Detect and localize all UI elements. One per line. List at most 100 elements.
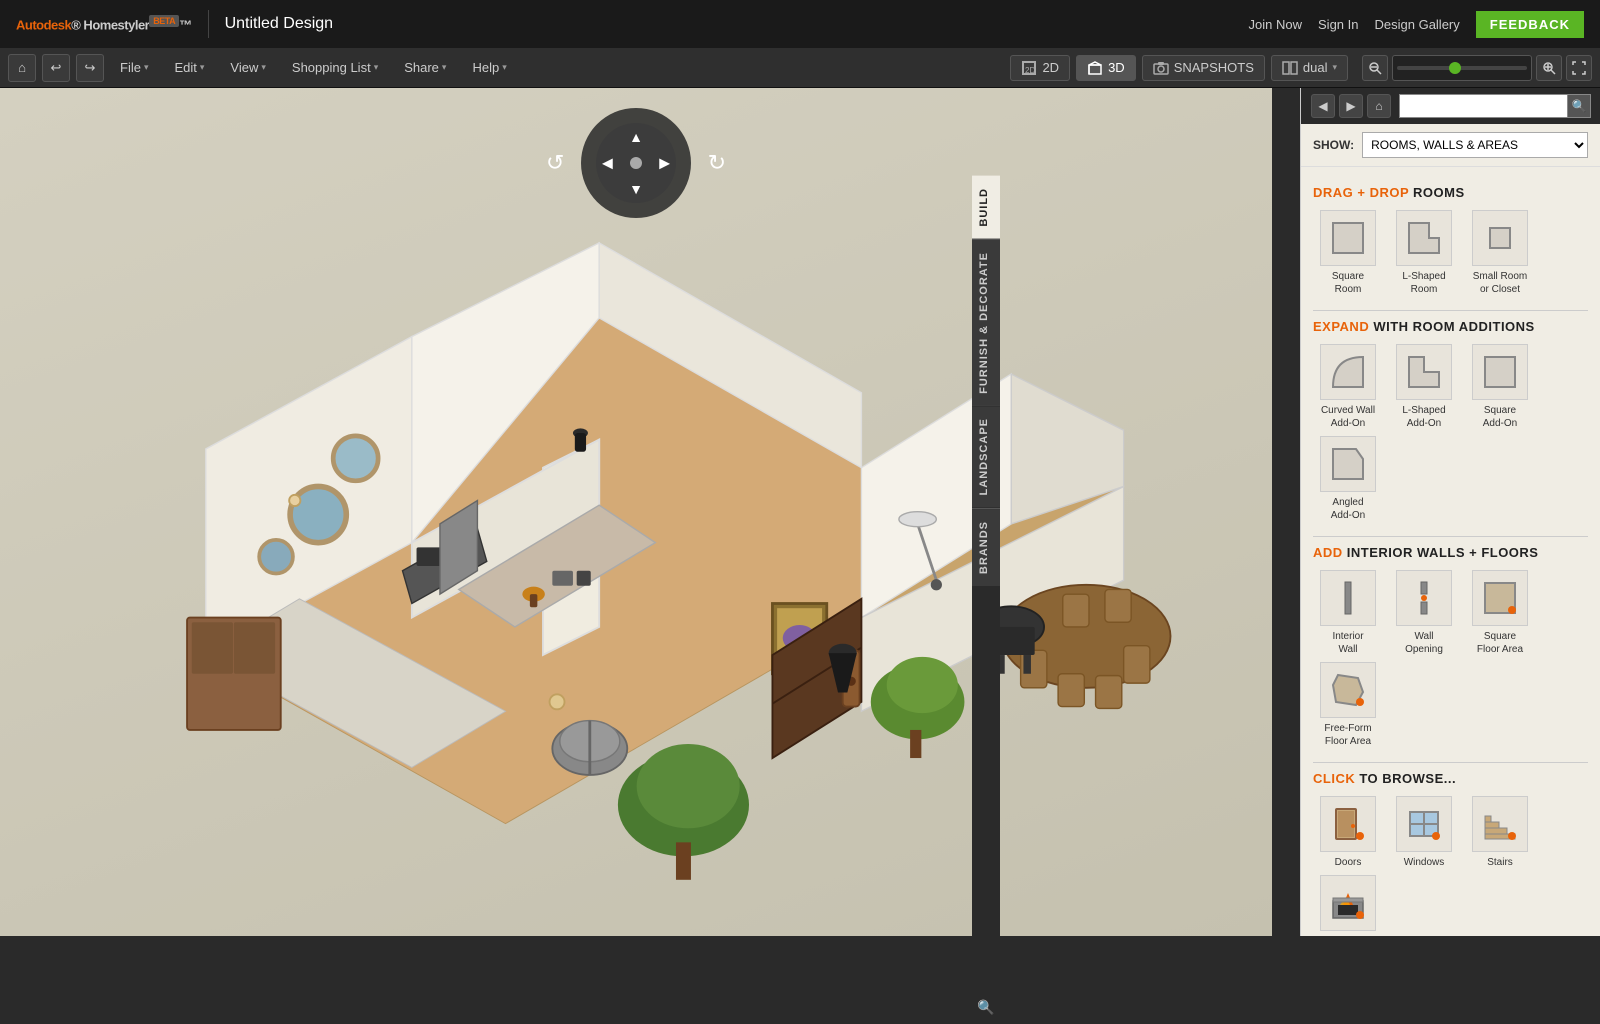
panel-content: DRAG + DROP ROOMS SquareRoom L-ShapedRoo…	[1301, 167, 1600, 936]
panel-home-button[interactable]: ⌂	[1367, 94, 1391, 118]
square-floor-icon	[1472, 570, 1528, 626]
square-room-icon	[1320, 210, 1376, 266]
addition-curved-wall[interactable]: Curved WallAdd-On	[1313, 344, 1383, 430]
zoom-in-button[interactable]	[1536, 55, 1562, 81]
menu-file[interactable]: File▾	[110, 56, 158, 79]
divider-3	[1313, 762, 1588, 763]
menu-view[interactable]: View▾	[220, 56, 275, 79]
room-item-l-shaped[interactable]: L-ShapedRoom	[1389, 210, 1459, 296]
wall-opening-label: WallOpening	[1405, 630, 1443, 656]
zoom-out-button[interactable]	[1362, 55, 1388, 81]
canvas-area[interactable]: ↺ ▲ ▼ ◀ ▶ ↻	[0, 88, 1272, 936]
panel-search-icon[interactable]: 🔍	[972, 991, 1000, 1024]
section-header-browse: CLICK TO BROWSE...	[1313, 771, 1588, 786]
snapshots-button[interactable]: SNAPSHOTS	[1142, 55, 1265, 81]
cabinet-door-1	[192, 622, 233, 674]
l-shaped-room-label: L-ShapedRoom	[1402, 270, 1445, 296]
addition-angled[interactable]: AngledAdd-On	[1313, 436, 1383, 522]
panel-search: 🔍	[1399, 94, 1591, 118]
square-room-label: SquareRoom	[1332, 270, 1364, 296]
top-right-nav: Join Now Sign In Design Gallery FEEDBACK	[1249, 11, 1584, 38]
room-item-small[interactable]: Small Roomor Closet	[1465, 210, 1535, 296]
small-room-icon	[1472, 210, 1528, 266]
walls-grid: InteriorWall WallOpening SquareFloor Are…	[1313, 570, 1588, 748]
freeform-floor-item[interactable]: Free-FormFloor Area	[1313, 662, 1383, 748]
home-button[interactable]: ⌂	[8, 54, 36, 82]
menu-help[interactable]: Help▾	[462, 56, 516, 79]
sconce-1	[289, 495, 300, 506]
stairs-icon	[1472, 796, 1528, 852]
show-label: SHOW:	[1313, 138, 1354, 152]
panel-back-button[interactable]: ◀	[1311, 94, 1335, 118]
menu-share[interactable]: Share▾	[394, 56, 456, 79]
browse-windows[interactable]: Windows	[1389, 796, 1459, 869]
beta-badge: BETA	[149, 15, 179, 27]
stairs-label: Stairs	[1487, 856, 1513, 869]
menu-edit[interactable]: Edit▾	[164, 56, 214, 79]
sconce-2	[550, 694, 565, 709]
right-panel: ◀ ▶ ⌂ 🔍 SHOW: ROOMS, WALLS & AREAS FLOOR…	[1300, 88, 1600, 936]
chair-2	[1124, 646, 1150, 683]
interior-wall-item[interactable]: InteriorWall	[1313, 570, 1383, 656]
appliance-1	[552, 571, 573, 586]
lamp-base	[931, 579, 942, 590]
toolbar-left: ⌂ ↩ ↪ File▾ Edit▾ View▾ Shopping List▾ S…	[8, 54, 517, 82]
freeform-floor-icon	[1320, 662, 1376, 718]
doors-label: Doors	[1335, 856, 1362, 869]
dual-view-button[interactable]: dual ▾	[1271, 55, 1348, 81]
svg-text:2D: 2D	[1025, 66, 1035, 75]
panel-forward-button[interactable]: ▶	[1339, 94, 1363, 118]
fullscreen-button[interactable]	[1566, 55, 1592, 81]
sign-in-link[interactable]: Sign In	[1318, 17, 1358, 32]
top-bar: Autodesk® HomestylerBETA™ Untitled Desig…	[0, 0, 1600, 48]
design-gallery-link[interactable]: Design Gallery	[1375, 17, 1460, 32]
tab-build[interactable]: BUILD	[972, 176, 1000, 239]
zoom-handle[interactable]	[1449, 62, 1461, 74]
show-row: SHOW: ROOMS, WALLS & AREAS FLOOR PLAN AL…	[1301, 124, 1600, 167]
section-header-interior: ADD INTERIOR WALLS + FLOORS	[1313, 545, 1588, 560]
tree-front-left-top	[637, 744, 740, 828]
browse-doors[interactable]: Doors	[1313, 796, 1383, 869]
chair-6	[1105, 589, 1131, 622]
show-select[interactable]: ROOMS, WALLS & AREAS FLOOR PLAN ALL WALL…	[1362, 132, 1588, 158]
room-item-square[interactable]: SquareRoom	[1313, 210, 1383, 296]
addition-l-shaped[interactable]: L-ShapedAdd-On	[1389, 344, 1459, 430]
panel-header: ◀ ▶ ⌂ 🔍	[1301, 88, 1600, 124]
panel-search-input[interactable]	[1399, 94, 1567, 118]
panel-search-button[interactable]: 🔍	[1567, 94, 1591, 118]
zoom-slider[interactable]	[1397, 66, 1527, 70]
section-header-drag-rooms: DRAG + DROP ROOMS	[1313, 185, 1588, 200]
feedback-button[interactable]: FEEDBACK	[1476, 11, 1584, 38]
wall-opening-item[interactable]: WallOpening	[1389, 570, 1459, 656]
join-now-link[interactable]: Join Now	[1249, 17, 1302, 32]
side-tabs: BUILD FURNISH & DECORATE LANDSCAPE BRAND…	[972, 176, 1000, 1024]
room-svg	[20, 168, 1272, 936]
browse-stairs[interactable]: Stairs	[1465, 796, 1535, 869]
l-shaped-addon-icon	[1396, 344, 1452, 400]
square-floor-label: SquareFloor Area	[1477, 630, 1523, 656]
menu-shopping-list[interactable]: Shopping List▾	[282, 56, 388, 79]
nav-up-arrow[interactable]: ▲	[629, 129, 643, 145]
undo-button[interactable]: ↩	[42, 54, 70, 82]
tab-brands[interactable]: BRANDS	[972, 509, 1000, 586]
redo-button[interactable]: ↪	[76, 54, 104, 82]
square-addon-label: SquareAdd-On	[1483, 404, 1517, 430]
vase-body	[575, 433, 586, 452]
mirror-large	[290, 486, 346, 542]
freeform-floor-label: Free-FormFloor Area	[1324, 722, 1371, 748]
toolbar: ⌂ ↩ ↪ File▾ Edit▾ View▾ Shopping List▾ S…	[0, 48, 1600, 88]
tab-furnish[interactable]: FURNISH & DECORATE	[972, 240, 1000, 406]
chair-4	[1096, 676, 1122, 709]
zoom-slider-container	[1392, 55, 1532, 81]
browse-fireplaces[interactable]: Fireplaces	[1313, 875, 1383, 936]
divider-2	[1313, 536, 1588, 537]
addition-square[interactable]: SquareAdd-On	[1465, 344, 1535, 430]
square-floor-item[interactable]: SquareFloor Area	[1465, 570, 1535, 656]
tab-landscape[interactable]: LANDSCAPE	[972, 406, 1000, 507]
divider-1	[1313, 310, 1588, 311]
curved-wall-icon	[1320, 344, 1376, 400]
view-2d-button[interactable]: 2D 2D	[1010, 55, 1070, 81]
fireplaces-icon	[1320, 875, 1376, 931]
view-3d-button[interactable]: 3D	[1076, 55, 1136, 81]
tree-trunk-1	[676, 842, 691, 879]
